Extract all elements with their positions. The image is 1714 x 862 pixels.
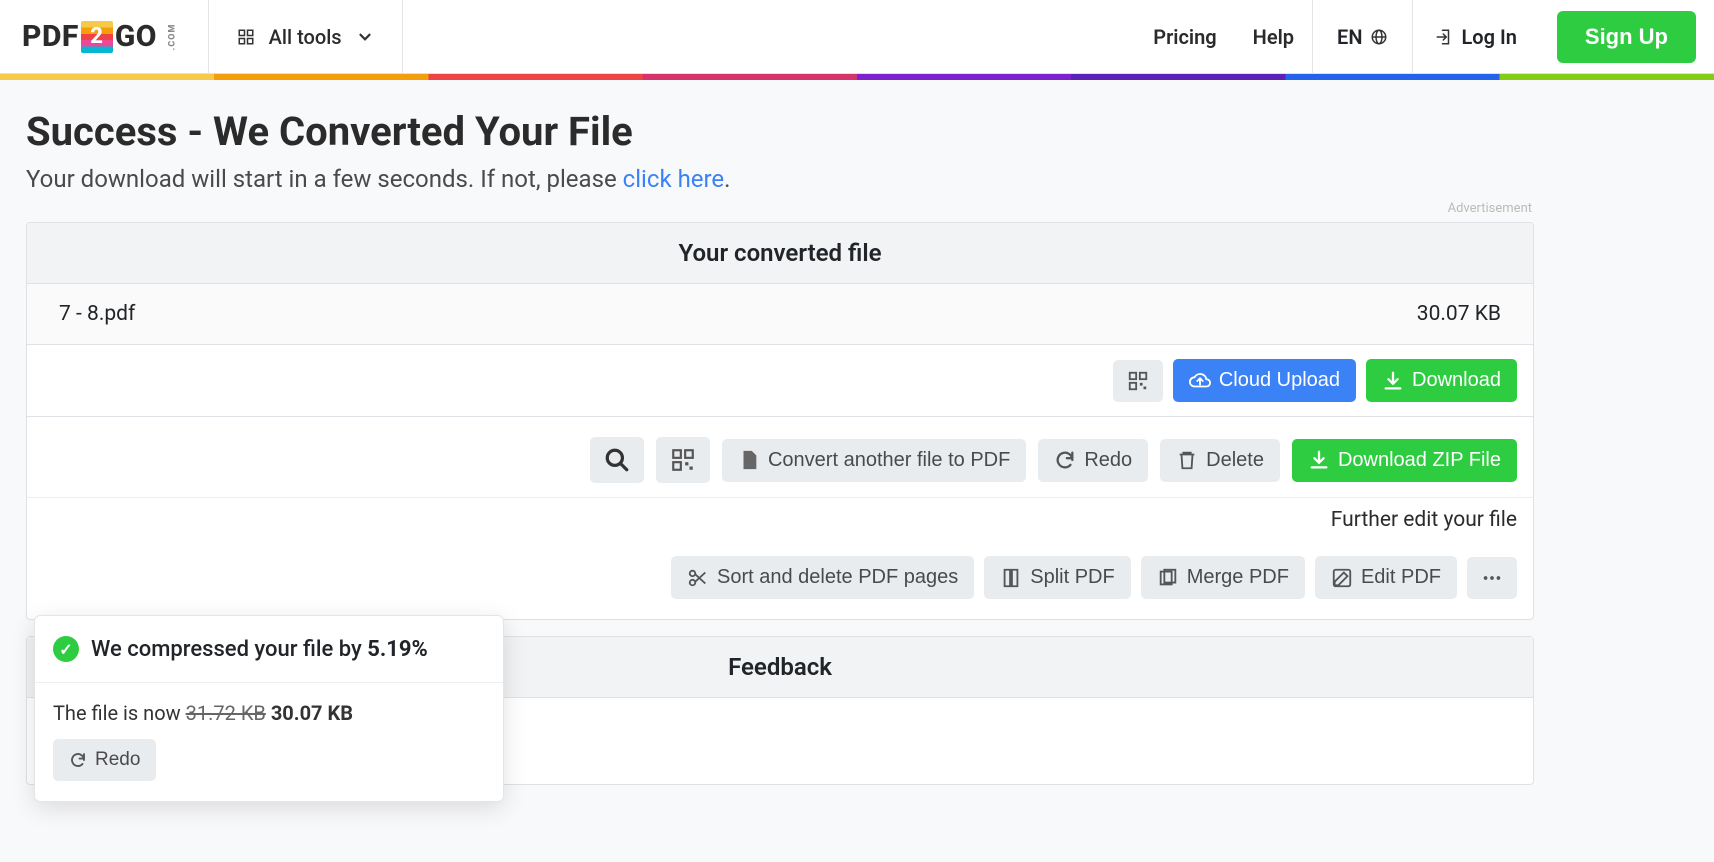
- compression-toast: ✓ We compressed your file by 5.19% The f…: [34, 615, 504, 802]
- split-pdf-button[interactable]: Split PDF: [984, 556, 1130, 599]
- all-tools-label: All tools: [269, 25, 342, 49]
- header: PDF2GO.COM All tools Pricing Help EN Log…: [0, 0, 1714, 74]
- advertisement-label: Advertisement: [26, 201, 1534, 216]
- further-edit-label: Further edit your file: [27, 497, 1533, 546]
- toast-redo-button[interactable]: Redo: [53, 739, 156, 781]
- more-button[interactable]: [1467, 557, 1517, 599]
- delete-button[interactable]: Delete: [1160, 439, 1280, 482]
- all-tools-dropdown[interactable]: All tools: [209, 25, 402, 49]
- search-icon: [604, 447, 630, 473]
- check-icon: ✓: [53, 636, 79, 662]
- edit-actions-row: Sort and delete PDF pages Split PDF Merg…: [27, 546, 1533, 619]
- merge-pdf-button[interactable]: Merge PDF: [1141, 556, 1305, 599]
- file-icon: [738, 449, 760, 471]
- logo[interactable]: PDF2GO.COM: [0, 19, 208, 54]
- download-icon: [1308, 449, 1330, 471]
- chevron-down-icon: [356, 28, 374, 46]
- trash-icon: [1176, 449, 1198, 471]
- search-button[interactable]: [590, 437, 644, 483]
- help-link[interactable]: Help: [1235, 25, 1312, 49]
- sort-delete-button[interactable]: Sort and delete PDF pages: [671, 556, 974, 599]
- subtitle: Your download will start in a few second…: [26, 165, 1534, 193]
- convert-another-button[interactable]: Convert another file to PDF: [722, 439, 1026, 482]
- language-label: EN: [1337, 25, 1362, 49]
- click-here-link[interactable]: click here: [623, 165, 725, 193]
- login-link[interactable]: Log In: [1413, 25, 1538, 49]
- edit-icon: [1331, 567, 1353, 589]
- panel-title: Your converted file: [27, 223, 1533, 284]
- toast-body: The file is now 31.72 KB 30.07 KB Redo: [35, 683, 503, 801]
- qr-icon: [670, 447, 696, 473]
- download-zip-button[interactable]: Download ZIP File: [1292, 439, 1517, 482]
- globe-icon: [1370, 28, 1388, 46]
- pricing-link[interactable]: Pricing: [1135, 25, 1234, 49]
- language-selector[interactable]: EN: [1313, 25, 1412, 49]
- signup-button[interactable]: Sign Up: [1557, 11, 1696, 63]
- scissors-icon: [687, 567, 709, 589]
- cloud-upload-icon: [1189, 370, 1211, 392]
- redo-icon: [1054, 449, 1076, 471]
- file-row: 7 - 8.pdf 30.07 KB: [27, 284, 1533, 345]
- page-title: Success - We Converted Your File: [26, 108, 1534, 155]
- qr-button[interactable]: [1113, 360, 1163, 402]
- cloud-upload-button[interactable]: Cloud Upload: [1173, 359, 1356, 402]
- grid-icon: [237, 28, 255, 46]
- redo-icon: [69, 751, 87, 769]
- bulk-actions-row: Convert another file to PDF Redo Delete …: [27, 417, 1533, 497]
- ellipsis-icon: [1481, 567, 1503, 589]
- download-icon: [1382, 370, 1404, 392]
- login-label: Log In: [1461, 25, 1516, 49]
- edit-pdf-button[interactable]: Edit PDF: [1315, 556, 1457, 599]
- qr-button-2[interactable]: [656, 437, 710, 483]
- qr-icon: [1127, 370, 1149, 392]
- merge-icon: [1157, 567, 1179, 589]
- download-button[interactable]: Download: [1366, 359, 1517, 402]
- filename: 7 - 8.pdf: [59, 302, 135, 326]
- toast-header: ✓ We compressed your file by 5.19%: [35, 616, 503, 683]
- redo-button[interactable]: Redo: [1038, 439, 1148, 482]
- converted-file-panel: Your converted file 7 - 8.pdf 30.07 KB C…: [26, 222, 1534, 620]
- filesize: 30.07 KB: [1417, 302, 1501, 326]
- login-icon: [1435, 28, 1453, 46]
- file-actions-row: Cloud Upload Download: [27, 345, 1533, 417]
- split-icon: [1000, 567, 1022, 589]
